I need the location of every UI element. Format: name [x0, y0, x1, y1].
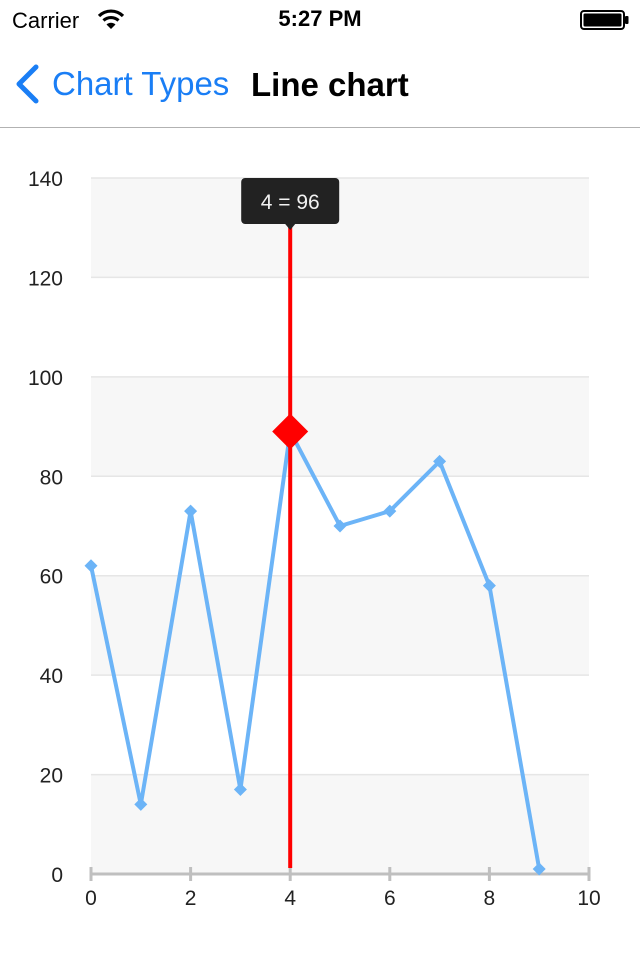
chart-canvas[interactable]: 0 2 4 6 8 100204060801001201404 = 96 [0, 129, 640, 960]
y-tick-label: 100 [28, 367, 63, 390]
x-tick-label: 2 [185, 887, 197, 910]
chart-band [91, 376, 589, 477]
status-time: 5:27 PM [278, 6, 362, 31]
data-point-marker [84, 559, 98, 573]
back-button-label: Chart Types [52, 65, 230, 102]
tooltip-text: 4 = 96 [261, 191, 320, 214]
y-tick-label: 60 [40, 566, 63, 589]
y-tick-label: 140 [28, 168, 63, 191]
y-tick-label: 80 [40, 466, 63, 489]
x-tick-label: 10 [577, 887, 600, 910]
back-button[interactable]: Chart Types [14, 62, 229, 106]
navigation-bar: Chart Types Line chart [0, 40, 640, 128]
y-tick-label: 40 [40, 665, 63, 688]
y-tick-label: 0 [51, 864, 63, 887]
x-tick-label: 6 [384, 887, 396, 910]
x-tick-label: 0 [85, 887, 97, 910]
x-tick-label: 8 [484, 887, 496, 910]
chevron-left-icon [14, 64, 40, 104]
y-tick-label: 20 [40, 765, 63, 788]
chart-band [91, 178, 589, 278]
x-tick-label: 4 [284, 887, 296, 910]
battery-full-icon [580, 10, 630, 30]
line-chart[interactable]: 0 2 4 6 8 10 0 20 40 60 80 100 120 140 4 = 96 [0, 129, 640, 960]
y-tick-label: 120 [28, 267, 63, 290]
page-title: Line chart [251, 66, 409, 103]
chart-band [91, 774, 589, 874]
status-bar: Carrier 5:27 PM [0, 0, 640, 40]
data-point-marker [184, 504, 198, 518]
